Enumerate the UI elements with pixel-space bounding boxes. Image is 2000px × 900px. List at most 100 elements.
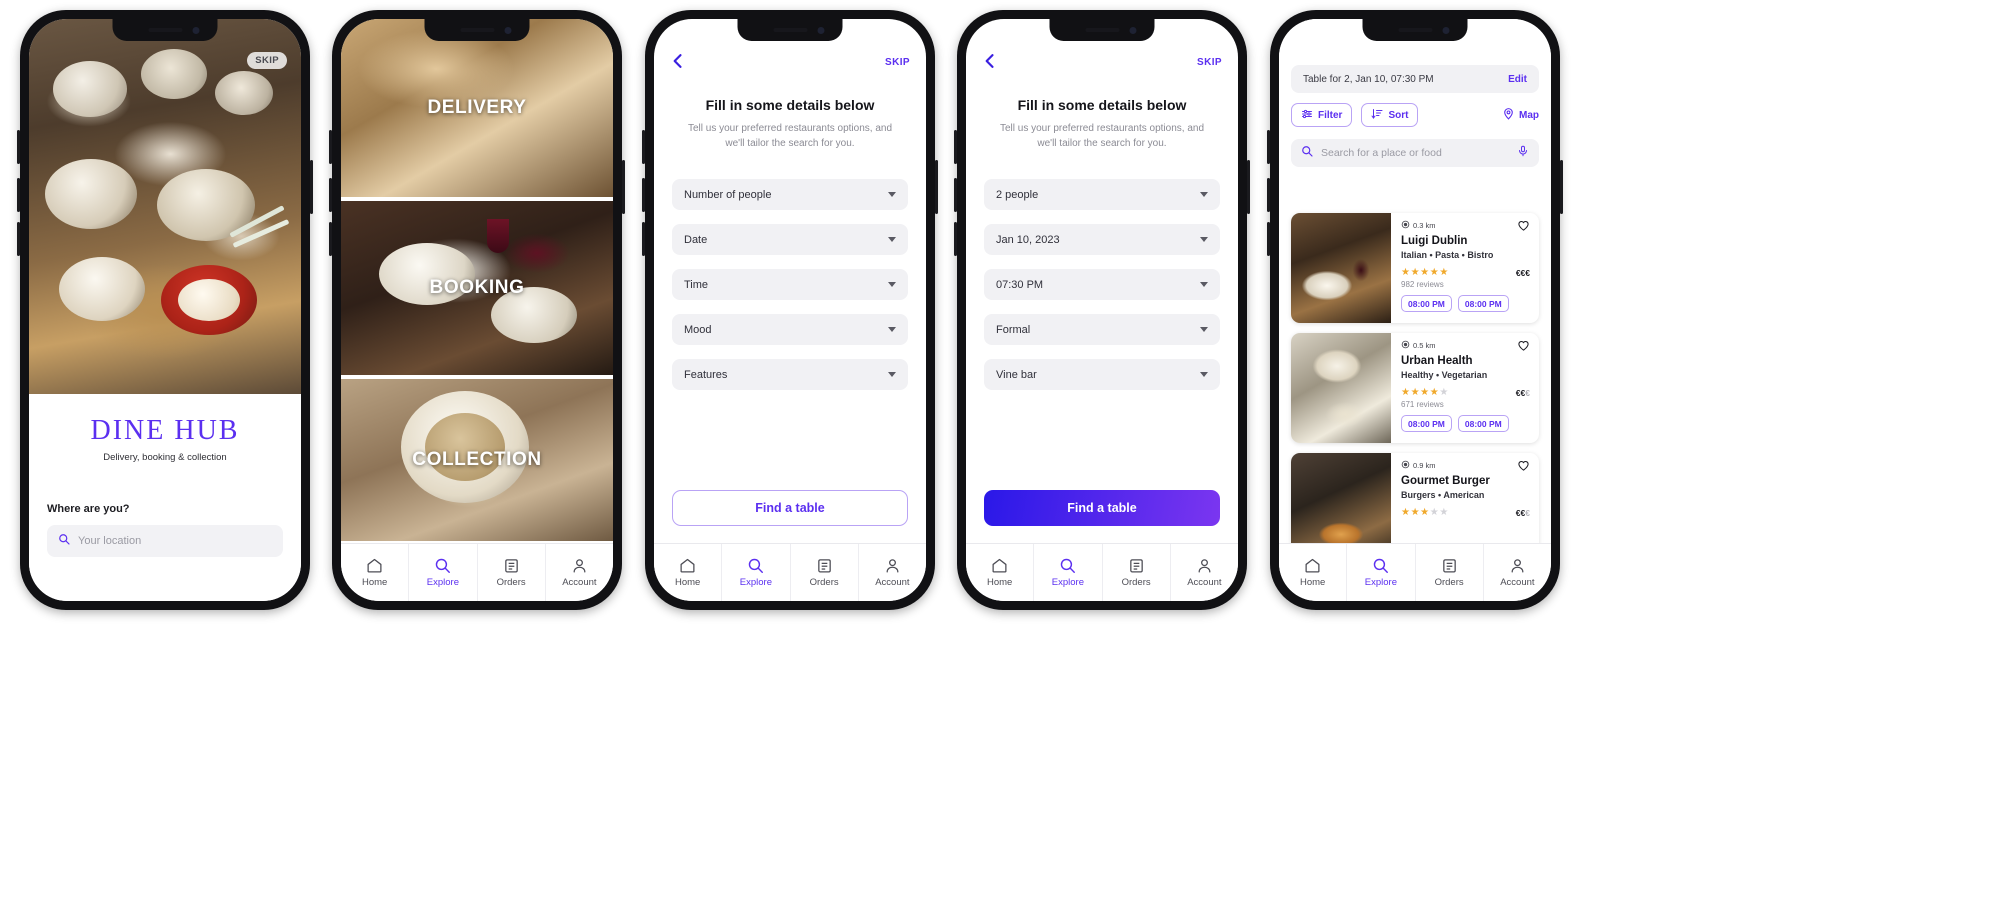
location-icon bbox=[1401, 220, 1410, 231]
list-item[interactable]: 0.3 km Luigi Dublin Italian • Pasta • Bi… bbox=[1291, 213, 1539, 323]
screen-service-choice: DELIVERY BOOKING COLLECTION Home Explore… bbox=[341, 19, 613, 601]
favorite-icon[interactable] bbox=[1517, 339, 1530, 357]
page-title: Fill in some details below bbox=[1017, 97, 1187, 113]
distance-text: 0.9 km bbox=[1413, 461, 1436, 470]
hero-food-image bbox=[29, 19, 301, 394]
field-value: 2 people bbox=[996, 188, 1039, 201]
select-time[interactable]: Time bbox=[672, 269, 908, 300]
time-slot-button[interactable]: 08:00 PM bbox=[1457, 295, 1509, 312]
list-item[interactable]: 0.9 km Gourmet Burger Burgers • American… bbox=[1291, 453, 1539, 543]
tab-account[interactable]: Account bbox=[546, 544, 613, 601]
rating-stars: ★★★★★ bbox=[1401, 387, 1449, 398]
tab-home[interactable]: Home bbox=[1279, 544, 1348, 601]
service-band-collection[interactable]: COLLECTION bbox=[341, 379, 613, 541]
map-button[interactable]: Map bbox=[1502, 107, 1539, 123]
phone-5-frame: Table for 2, Jan 10, 07:30 PM Edit Filte… bbox=[1267, 10, 1563, 610]
chevron-down-icon bbox=[1200, 372, 1208, 377]
skip-button[interactable]: SKIP bbox=[1197, 57, 1222, 68]
restaurant-thumbnail bbox=[1291, 453, 1391, 543]
home-icon bbox=[1304, 557, 1321, 574]
tab-label-home: Home bbox=[986, 577, 1013, 588]
tab-label-explore: Explore bbox=[739, 577, 772, 588]
details-form: Number of people Date Time Mood Features bbox=[654, 179, 926, 390]
tab-explore[interactable]: Explore bbox=[722, 544, 791, 601]
restaurant-name: Urban Health bbox=[1401, 355, 1473, 367]
tab-home[interactable]: Home bbox=[654, 544, 723, 601]
tab-orders[interactable]: Orders bbox=[791, 544, 859, 601]
location-input[interactable]: Your location bbox=[47, 525, 283, 557]
tab-explore[interactable]: Explore bbox=[1034, 544, 1103, 601]
filter-label: Filter bbox=[1318, 109, 1343, 121]
tab-home[interactable]: Home bbox=[341, 544, 410, 601]
tab-account[interactable]: Account bbox=[1171, 544, 1238, 601]
location-label: Where are you? bbox=[47, 503, 130, 515]
service-label-collection: COLLECTION bbox=[412, 449, 542, 470]
chevron-down-icon bbox=[888, 282, 896, 287]
search-icon bbox=[1372, 557, 1389, 574]
search-input[interactable]: Search for a place or food bbox=[1291, 139, 1539, 167]
sort-button[interactable]: Sort bbox=[1361, 103, 1419, 127]
restaurant-categories: Burgers • American bbox=[1401, 490, 1485, 500]
person-icon bbox=[1509, 557, 1526, 574]
service-band-booking[interactable]: BOOKING bbox=[341, 201, 613, 375]
list-item[interactable]: 0.5 km Urban Health Healthy • Vegetarian… bbox=[1291, 333, 1539, 443]
search-icon bbox=[58, 532, 70, 550]
select-date[interactable]: Jan 10, 2023 bbox=[984, 224, 1220, 255]
tab-label-account: Account bbox=[562, 577, 597, 588]
select-mood[interactable]: Formal bbox=[984, 314, 1220, 345]
select-mood[interactable]: Mood bbox=[672, 314, 908, 345]
price-level: €€€ bbox=[1515, 267, 1530, 278]
select-features[interactable]: Features bbox=[672, 359, 908, 390]
distance: 0.3 km bbox=[1401, 220, 1530, 231]
tab-label-home: Home bbox=[1299, 577, 1326, 588]
tab-orders[interactable]: Orders bbox=[478, 544, 546, 601]
back-button[interactable] bbox=[980, 51, 1002, 73]
reservation-summary-bar[interactable]: Table for 2, Jan 10, 07:30 PM Edit bbox=[1291, 65, 1539, 93]
time-slot-button[interactable]: 08:00 PM bbox=[1401, 415, 1452, 432]
rating-stars: ★★★★★ bbox=[1401, 507, 1449, 518]
search-icon bbox=[434, 557, 451, 574]
tab-explore[interactable]: Explore bbox=[409, 544, 478, 601]
tab-label-explore: Explore bbox=[1051, 577, 1084, 588]
find-a-table-button[interactable]: Find a table bbox=[984, 490, 1220, 526]
time-slot-button[interactable]: 08:00 PM bbox=[1457, 415, 1509, 432]
microphone-icon[interactable] bbox=[1517, 144, 1529, 162]
select-time[interactable]: 07:30 PM bbox=[984, 269, 1220, 300]
page-subtitle: Tell us your preferred restaurants optio… bbox=[688, 123, 892, 149]
skip-button[interactable]: SKIP bbox=[247, 52, 287, 69]
restaurant-list[interactable]: 0.3 km Luigi Dublin Italian • Pasta • Bi… bbox=[1279, 207, 1551, 543]
field-value: Vine bar bbox=[996, 368, 1037, 381]
tab-account[interactable]: Account bbox=[859, 544, 926, 601]
find-a-table-button[interactable]: Find a table bbox=[672, 490, 908, 526]
tab-label-explore: Explore bbox=[1364, 577, 1397, 588]
tab-account[interactable]: Account bbox=[1484, 544, 1551, 601]
tab-orders[interactable]: Orders bbox=[1103, 544, 1171, 601]
select-number-of-people[interactable]: Number of people bbox=[672, 179, 908, 210]
skip-button[interactable]: SKIP bbox=[885, 57, 910, 68]
brand-title: DINE HUB bbox=[90, 415, 240, 446]
screenshot-stage: SKIP DINE HUB Delivery, booking & collec… bbox=[0, 0, 2000, 900]
tab-home[interactable]: Home bbox=[966, 544, 1035, 601]
favorite-icon[interactable] bbox=[1517, 219, 1530, 237]
field-value: 07:30 PM bbox=[996, 278, 1044, 291]
service-band-delivery[interactable]: DELIVERY bbox=[341, 19, 613, 197]
favorite-icon[interactable] bbox=[1517, 459, 1530, 477]
select-date[interactable]: Date bbox=[672, 224, 908, 255]
notch bbox=[1049, 19, 1155, 41]
edit-reservation-button[interactable]: Edit bbox=[1508, 74, 1527, 85]
distance: 0.5 km bbox=[1401, 340, 1530, 351]
back-button[interactable] bbox=[668, 51, 690, 73]
filter-button[interactable]: Filter bbox=[1291, 103, 1353, 127]
clipboard-icon bbox=[816, 557, 833, 574]
time-slot-button[interactable]: 08:00 PM bbox=[1401, 295, 1452, 312]
tab-label-account: Account bbox=[1187, 577, 1222, 588]
select-features[interactable]: Vine bar bbox=[984, 359, 1220, 390]
select-number-of-people[interactable]: 2 people bbox=[984, 179, 1220, 210]
service-label-booking: BOOKING bbox=[429, 277, 525, 298]
tab-orders[interactable]: Orders bbox=[1416, 544, 1484, 601]
bottom-tabbar: Home Explore Orders Account bbox=[1279, 543, 1551, 601]
screen-results-list: Table for 2, Jan 10, 07:30 PM Edit Filte… bbox=[1279, 19, 1551, 601]
clipboard-icon bbox=[1441, 557, 1458, 574]
tab-explore[interactable]: Explore bbox=[1347, 544, 1416, 601]
tab-label-orders: Orders bbox=[496, 577, 526, 588]
